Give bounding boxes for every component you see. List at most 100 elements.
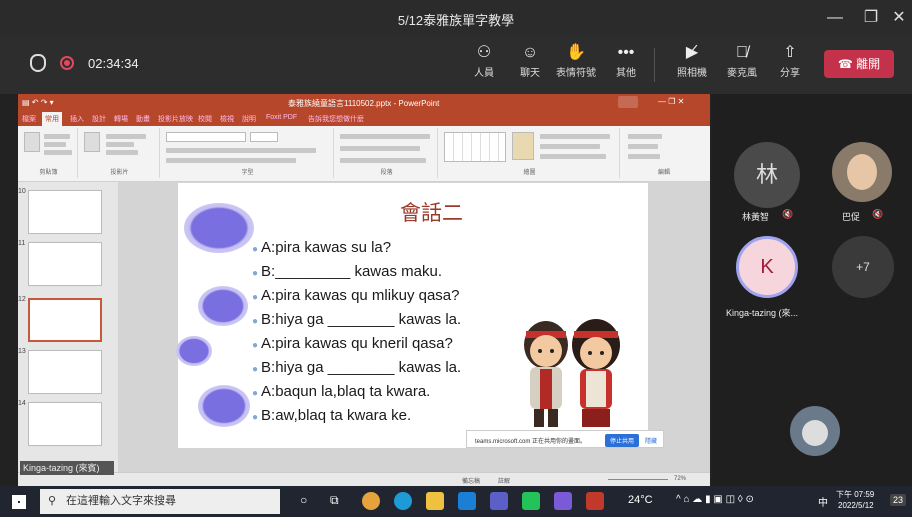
- slide-thumbnail-12-selected[interactable]: [28, 298, 102, 342]
- tab-slideshow[interactable]: 投影片放映: [158, 114, 193, 124]
- camera-label: 照相機: [677, 68, 707, 79]
- thumb-number: 14: [18, 400, 26, 407]
- shapes-gallery[interactable]: [444, 132, 506, 162]
- mail-icon[interactable]: [458, 492, 476, 510]
- slide-thumbnail-11[interactable]: [28, 242, 102, 286]
- ppt-window-controls[interactable]: — ❐ ✕: [658, 97, 684, 106]
- new-slide-icon[interactable]: [84, 132, 100, 152]
- ppt-ribbon-tabs: 檔案 常用 插入 設計 轉場 動畫 投影片放映 校閱 檢視 說明 Foxit P…: [18, 112, 710, 126]
- clock-date[interactable]: 2022/5/12: [838, 501, 874, 510]
- ribbon-group-font[interactable]: 字型: [162, 128, 334, 178]
- maximize-button[interactable]: ❐: [856, 6, 886, 30]
- ppt-account-button[interactable]: [618, 96, 638, 108]
- clock-time[interactable]: 下午 07:59: [836, 489, 874, 500]
- slide-thumbnail-pane: 10 11 12 13 14: [18, 182, 118, 472]
- reactions-button[interactable]: ✋ 表情符號: [554, 42, 598, 79]
- netflix-icon[interactable]: [586, 492, 604, 510]
- ribbon-label-font: 字型: [241, 170, 254, 176]
- participants-panel: 林 林黃智 🔇 巴促 🔇 K Kinga-tazing (來... +7: [712, 94, 912, 486]
- ribbon-group-editing[interactable]: 編輯: [622, 128, 706, 178]
- slide-thumbnail-10[interactable]: [28, 190, 102, 234]
- comments-button[interactable]: 註解: [498, 476, 510, 485]
- zoom-slider[interactable]: [608, 479, 668, 480]
- mic-off-icon: 🎙̸: [736, 44, 748, 61]
- camera-button[interactable]: ▶̸ 照相機: [670, 42, 714, 79]
- ppt-quick-access[interactable]: ▤ ↶ ↷ ▾: [22, 98, 54, 107]
- participant-avatar[interactable]: 林: [734, 142, 800, 208]
- people-button[interactable]: ⚇ 人員: [462, 42, 506, 79]
- more-button[interactable]: ••• 其他: [604, 42, 648, 79]
- tab-transitions[interactable]: 轉場: [114, 114, 128, 124]
- tab-foxit[interactable]: Foxit PDF: [266, 114, 297, 121]
- notification-badge[interactable]: 23: [890, 494, 907, 506]
- line-icon[interactable]: [522, 492, 540, 510]
- participant-avatar-photo[interactable]: [832, 142, 892, 202]
- people-icon: ⚇: [476, 44, 492, 61]
- tab-help[interactable]: 說明: [242, 114, 256, 124]
- system-tray-icons[interactable]: ^ ⌂ ☁ ▮ ▣ ◫ ◊ ⊙: [676, 494, 754, 505]
- decorative-oval: [198, 385, 250, 427]
- weather-widget[interactable]: 24°C: [628, 494, 653, 506]
- tab-animations[interactable]: 動畫: [136, 114, 150, 124]
- dialogue-line: ● A:pira kawas su la?: [252, 239, 392, 256]
- dialogue-line: ● B:_________ kawas maku.: [252, 263, 442, 280]
- font-name-input[interactable]: [166, 132, 246, 142]
- camera-off-icon: ▶̸: [685, 44, 699, 61]
- arrange-icon[interactable]: [512, 132, 534, 160]
- start-windows-icon[interactable]: [12, 495, 26, 509]
- ime-indicator[interactable]: 中: [818, 494, 828, 509]
- hide-notice-button[interactable]: 隱藏: [645, 436, 657, 445]
- ribbon-group-clipboard[interactable]: 剪貼簿: [20, 128, 78, 178]
- cortana-icon[interactable]: ○: [300, 493, 307, 507]
- tab-home[interactable]: 常用: [42, 112, 62, 126]
- ribbon-group-drawing[interactable]: 繪圖: [440, 128, 620, 178]
- chat-button[interactable]: ☺ 聊天: [508, 42, 552, 79]
- more-participants-badge[interactable]: +7: [832, 236, 894, 298]
- share-icon: ⇧: [783, 44, 797, 61]
- more-icon: •••: [617, 44, 635, 61]
- participant-avatar-speaking[interactable]: K: [736, 236, 798, 298]
- dialogue-line: ● B:hiya ga ________ kawas la.: [252, 359, 462, 376]
- stop-sharing-button[interactable]: 停止共用: [605, 434, 640, 447]
- zoom-level[interactable]: 72%: [674, 476, 686, 482]
- taskbar-search-input[interactable]: ⚲ 在這裡輸入文字來搜尋: [40, 489, 280, 514]
- close-button[interactable]: ✕: [884, 6, 912, 30]
- ribbon-label-drawing: 繪圖: [523, 170, 536, 176]
- app-icon[interactable]: [554, 492, 572, 510]
- minimize-button[interactable]: —: [820, 6, 850, 30]
- leave-button[interactable]: ☎ 離開: [824, 50, 894, 78]
- ribbon-group-paragraph[interactable]: 段落: [336, 128, 438, 178]
- ribbon-group-slides[interactable]: 投影片: [80, 128, 160, 178]
- tell-me-search[interactable]: 告訴我您想做什麼: [308, 114, 364, 124]
- mic-off-icon: 🔇: [872, 209, 884, 219]
- teams-icon[interactable]: [490, 492, 508, 510]
- mic-button[interactable]: 🎙̸ 麥克風: [720, 42, 764, 79]
- shield-icon: [30, 54, 46, 72]
- reactions-icon: ✋: [566, 44, 586, 61]
- slide-thumbnail-13[interactable]: [28, 350, 102, 394]
- tab-view[interactable]: 檢視: [220, 114, 234, 124]
- tab-design[interactable]: 設計: [92, 114, 106, 124]
- thumb-number: 12: [18, 296, 26, 303]
- phone-hangup-icon: ☎: [837, 57, 857, 71]
- task-view-icon[interactable]: ⧉: [330, 493, 339, 508]
- paste-icon[interactable]: [24, 132, 40, 152]
- slide-thumbnail-14[interactable]: [28, 402, 102, 446]
- file-explorer-icon[interactable]: [426, 492, 444, 510]
- notes-button[interactable]: 備忘稿: [462, 476, 480, 485]
- ribbon-label-editing: 編輯: [657, 170, 670, 176]
- tab-review[interactable]: 校閱: [198, 114, 212, 124]
- divider: [654, 48, 655, 82]
- current-slide: 會話二 ● A:pira kawas su la? ● B:_________ ka…: [176, 183, 648, 448]
- font-size-input[interactable]: [250, 132, 278, 142]
- mic-off-icon: 🔇: [782, 209, 794, 219]
- edge-icon[interactable]: [394, 492, 412, 510]
- search-icon: ⚲: [48, 495, 57, 507]
- tab-file[interactable]: 檔案: [22, 114, 36, 124]
- ppt-title-bar: ▤ ↶ ↷ ▾ 泰雅族繞童語言1110502.pptx - PowerPoint…: [18, 94, 710, 112]
- leave-label: 離開: [856, 57, 881, 71]
- people-label: 人員: [474, 68, 494, 79]
- tab-insert[interactable]: 插入: [70, 114, 84, 124]
- share-button[interactable]: ⇧ 分享: [768, 42, 812, 79]
- chrome-icon[interactable]: [362, 492, 380, 510]
